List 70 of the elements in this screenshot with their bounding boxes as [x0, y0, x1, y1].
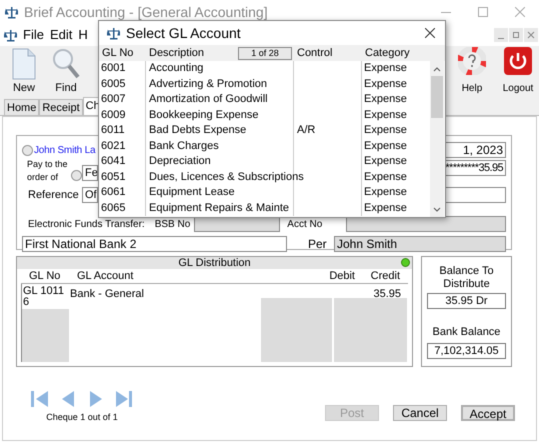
- scroll-up-icon[interactable]: [433, 65, 441, 73]
- dialog-button[interactable]: Cancel: [393, 404, 447, 420]
- power-icon: [504, 47, 532, 75]
- blank-cell: [261, 298, 332, 362]
- minimize-icon[interactable]: [494, 28, 508, 42]
- balance-label: Balance To Distribute: [438, 265, 495, 291]
- table-cell-text: 35.95: [373, 287, 401, 298]
- maximize-icon[interactable]: [478, 7, 488, 17]
- blank-cell: [22, 309, 69, 362]
- bsb-label: BSB No: [154, 218, 190, 232]
- find-tool[interactable]: Find: [52, 48, 80, 96]
- menu-item[interactable]: H: [78, 25, 88, 45]
- radio-button[interactable]: [22, 144, 33, 156]
- account-row[interactable]: 6061 Equipment Lease Expense: [99, 185, 430, 200]
- account-row[interactable]: 6005 Advertizing & Promotion Expense: [99, 76, 430, 92]
- column-header: Credit: [370, 268, 400, 284]
- status-light-icon: [401, 258, 410, 267]
- bank-balance-label: Bank Balance: [432, 325, 500, 340]
- account-row[interactable]: 6021 Bank Charges Expense: [99, 138, 430, 154]
- last-record-icon[interactable]: [114, 389, 134, 409]
- first-record-icon[interactable]: [30, 389, 50, 409]
- panel-title: GL Distribution: [178, 256, 251, 271]
- pay-to-label: Pay to the order of: [27, 158, 69, 184]
- column-header: GL No: [101, 46, 134, 61]
- balance-field: 35.95 Dr: [427, 293, 506, 309]
- payee-link[interactable]: John Smith La: [34, 142, 96, 158]
- column-header: Category: [364, 46, 411, 61]
- column-header: GL Account: [76, 268, 134, 284]
- new-tool[interactable]: New: [10, 48, 38, 96]
- menu-item[interactable]: Edit: [50, 25, 72, 45]
- scales-icon: [107, 26, 120, 40]
- logout-tool[interactable]: Logout: [501, 47, 535, 96]
- restore-icon[interactable]: [509, 28, 523, 42]
- column-header: GL No: [28, 268, 62, 284]
- column-header: Debit: [328, 268, 355, 284]
- account-row[interactable]: 6051 Dues, Licences & Subscriptions Expense: [99, 170, 430, 185]
- scroll-down-icon[interactable]: [433, 206, 441, 214]
- page-indicator: 1 of 28: [238, 46, 292, 60]
- account-row[interactable]: 6041 Depreciation Expense: [99, 154, 430, 170]
- tab[interactable]: Home: [4, 99, 40, 115]
- help-tool[interactable]: Help: [455, 47, 489, 96]
- account-row[interactable]: 6011 Bad Debts Expense A/R Expense: [99, 123, 430, 138]
- close-icon[interactable]: [425, 28, 435, 38]
- scales-icon: [4, 28, 17, 42]
- column-header: Description: [149, 46, 204, 61]
- dialog-button[interactable]: Accept: [461, 404, 515, 420]
- account-row[interactable]: 6065 Equipment Repairs & Mainte Expense: [99, 200, 430, 216]
- reference-field[interactable]: Of: [82, 187, 98, 203]
- scrollbar[interactable]: [430, 61, 444, 217]
- radio-button[interactable]: [71, 170, 82, 181]
- account-row[interactable]: 6001 Accounting Expense: [99, 61, 430, 76]
- tab[interactable]: Receipt: [39, 99, 83, 115]
- window-title: Brief Accounting - [General Accounting]: [24, 2, 268, 22]
- acct-label: Acct No: [287, 218, 322, 232]
- eft-label: Electronic Funds Transfer:: [28, 218, 145, 232]
- bank-field[interactable]: First National Bank 2: [22, 236, 287, 252]
- record-counter: Cheque 1 out of 1: [46, 411, 118, 424]
- table-cell-text: GL 10116: [22, 284, 65, 308]
- bank-balance-field: 7,102,314.05: [427, 342, 506, 358]
- acct-field[interactable]: [346, 216, 506, 232]
- menu-item[interactable]: File: [23, 25, 44, 45]
- column-header: Control: [296, 46, 334, 61]
- scroll-thumb[interactable]: [431, 76, 443, 118]
- reference-label: Reference: [28, 188, 80, 203]
- scales-icon: [5, 6, 18, 18]
- dialog-title: Select GL Account: [126, 24, 241, 42]
- per-label: Per: [308, 236, 327, 253]
- payee-field[interactable]: Fe: [82, 165, 98, 181]
- table-cell: Bank - General: [70, 288, 144, 300]
- per-field[interactable]: John Smith: [334, 236, 506, 252]
